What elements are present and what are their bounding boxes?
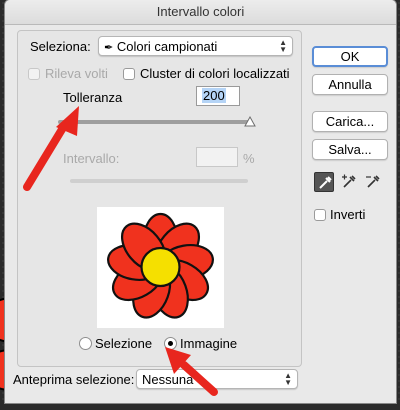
range-slider-track[interactable]	[70, 179, 248, 183]
image-radio-label: Immagine	[180, 336, 238, 351]
dialog-title: Intervallo colori	[5, 0, 396, 25]
detect-faces-checkbox[interactable]	[28, 68, 40, 80]
detect-faces-label: Rileva volti	[45, 66, 108, 81]
save-button[interactable]: Salva...	[312, 139, 388, 160]
chevron-updown-icon: ▲ ▼	[279, 38, 287, 54]
select-value: Colori campionati	[116, 39, 218, 54]
fuzziness-slider-thumb[interactable]	[244, 116, 256, 127]
preview-image	[97, 207, 224, 328]
range-input[interactable]	[196, 147, 238, 167]
ok-button[interactable]: OK	[312, 46, 388, 67]
eyedropper-plus-icon[interactable]	[339, 172, 359, 192]
load-button[interactable]: Carica...	[312, 111, 388, 132]
fuzziness-label: Tolleranza	[63, 90, 123, 105]
select-label: Seleziona:	[30, 39, 91, 54]
localized-clusters-checkbox[interactable]	[123, 68, 135, 80]
invert-checkbox[interactable]	[314, 209, 326, 221]
preview-value: Nessuna	[142, 372, 194, 387]
preview-label: Anteprima selezione:	[13, 372, 135, 387]
localized-clusters-label: Cluster di colori localizzati	[140, 66, 290, 81]
flower-preview	[107, 212, 214, 319]
fuzziness-input[interactable]: 200	[196, 86, 240, 106]
chevron-updown-icon: ▲ ▼	[284, 371, 292, 387]
fuzziness-value: 200	[202, 88, 226, 103]
image-radio[interactable]	[164, 337, 177, 350]
invert-label: Inverti	[330, 207, 366, 222]
cancel-button[interactable]: Annulla	[312, 74, 388, 95]
color-range-dialog: Intervallo colori Seleziona: ✒ Colori ca…	[5, 0, 396, 403]
select-dropdown[interactable]: ✒ Colori campionati ▲ ▼	[98, 36, 293, 56]
selection-radio-label: Selezione	[95, 336, 153, 351]
eyedropper-minus-icon[interactable]	[363, 172, 383, 192]
range-label: Intervallo:	[63, 151, 120, 166]
range-unit: %	[243, 151, 255, 166]
eyedropper-icon: ✒	[104, 42, 114, 54]
selection-radio[interactable]	[79, 337, 92, 350]
preview-dropdown[interactable]: Nessuna ▲ ▼	[136, 369, 298, 389]
eyedropper-icon[interactable]	[314, 172, 334, 192]
fuzziness-slider-track[interactable]	[58, 120, 250, 124]
